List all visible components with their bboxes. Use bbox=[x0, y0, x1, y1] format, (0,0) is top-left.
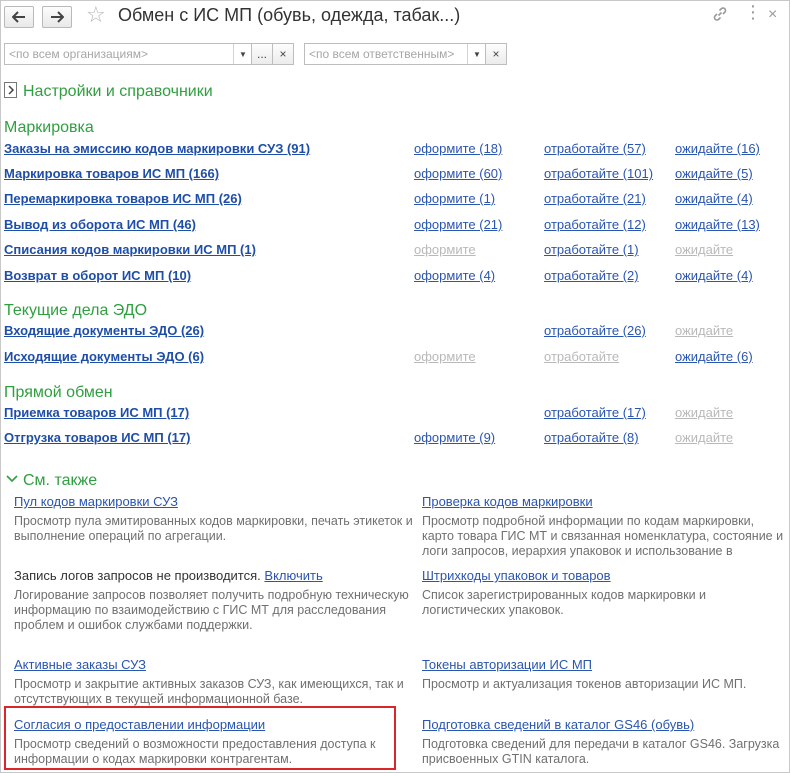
action-wait: ожидайте bbox=[675, 242, 734, 257]
action-process[interactable]: отработайте (101) bbox=[544, 166, 653, 181]
action-wait[interactable]: ожидайте (4) bbox=[675, 191, 753, 206]
desc-auth-tokens: Просмотр и актуализация токенов авториза… bbox=[422, 677, 747, 691]
task-link-writeoff[interactable]: Списания кодов маркировки ИС МП (1) bbox=[4, 242, 256, 257]
link-barcodes[interactable]: Штрихкоды упаковок и товаров bbox=[422, 568, 611, 583]
action-wait: ожидайте bbox=[675, 430, 734, 445]
link-suz-code-pool[interactable]: Пул кодов маркировки СУЗ bbox=[14, 494, 178, 509]
desc-suz-code-pool: Просмотр пула эмитированных кодов маркир… bbox=[14, 514, 413, 543]
desc-gs46-catalog: Подготовка сведений для передачи в катал… bbox=[422, 737, 780, 766]
action-wait[interactable]: ожидайте (6) bbox=[675, 349, 753, 364]
marking-heading: Маркировка bbox=[4, 119, 94, 136]
action-issue[interactable]: оформите (9) bbox=[414, 430, 495, 445]
chevron-down-icon[interactable]: ▼ bbox=[467, 44, 486, 64]
action-process: отработайте bbox=[544, 349, 620, 364]
select-organization-button[interactable]: ... bbox=[251, 43, 273, 65]
action-process[interactable]: отработайте (26) bbox=[544, 323, 646, 338]
chevron-down-icon[interactable]: ▼ bbox=[233, 44, 252, 64]
action-wait: ожидайте bbox=[675, 323, 734, 338]
task-link-suz-orders[interactable]: Заказы на эмиссию кодов маркировки СУЗ (… bbox=[4, 141, 310, 156]
more-icon[interactable]: ⋮ bbox=[744, 3, 762, 21]
action-issue[interactable]: оформите (18) bbox=[414, 141, 502, 156]
chevron-right-icon bbox=[7, 85, 14, 95]
action-process[interactable]: отработайте (57) bbox=[544, 141, 646, 156]
action-wait[interactable]: ожидайте (5) bbox=[675, 166, 753, 181]
action-process[interactable]: отработайте (12) bbox=[544, 217, 646, 232]
clear-responsible-button[interactable]: × bbox=[485, 43, 507, 65]
action-issue: оформите bbox=[414, 242, 476, 257]
organization-filter[interactable]: <по всем организациям> ▼ bbox=[4, 43, 252, 65]
forward-arrow-icon bbox=[51, 11, 64, 23]
collapse-see-also-toggle[interactable] bbox=[6, 472, 18, 487]
expand-settings-toggle[interactable] bbox=[4, 82, 17, 98]
logging-status-text: Запись логов запросов не производится. В… bbox=[14, 568, 323, 583]
chevron-down-icon bbox=[6, 475, 18, 483]
task-link-shipment[interactable]: Отгрузка товаров ИС МП (17) bbox=[4, 430, 190, 445]
task-link-edo-incoming[interactable]: Входящие документы ЭДО (26) bbox=[4, 323, 204, 338]
highlight-frame bbox=[4, 706, 396, 770]
link-icon[interactable] bbox=[712, 6, 728, 27]
settings-group-header[interactable]: Настройки и справочники bbox=[23, 83, 213, 101]
task-link-marking[interactable]: Маркировка товаров ИС МП (166) bbox=[4, 166, 219, 181]
direct-heading: Прямой обмен bbox=[4, 384, 113, 401]
back-arrow-icon bbox=[12, 11, 25, 23]
desc-barcodes: Список зарегистрированных кодов маркиров… bbox=[422, 588, 707, 617]
action-process[interactable]: отработайте (2) bbox=[544, 268, 639, 283]
action-wait[interactable]: ожидайте (16) bbox=[675, 141, 760, 156]
organization-filter-placeholder: <по всем организациям> bbox=[9, 47, 148, 61]
link-active-suz-orders[interactable]: Активные заказы СУЗ bbox=[14, 657, 146, 672]
responsible-filter-placeholder: <по всем ответственным> bbox=[309, 47, 455, 61]
see-also-heading[interactable]: См. также bbox=[23, 472, 97, 490]
link-gs46-catalog[interactable]: Подготовка сведений в каталог GS46 (обув… bbox=[422, 717, 694, 732]
enable-logging-link[interactable]: Включить bbox=[264, 568, 322, 583]
window-title: Обмен с ИС МП (обувь, одежда, табак...) bbox=[118, 5, 461, 25]
action-wait[interactable]: ожидайте (4) bbox=[675, 268, 753, 283]
link-code-check[interactable]: Проверка кодов маркировки bbox=[422, 494, 593, 509]
task-link-acceptance[interactable]: Приемка товаров ИС МП (17) bbox=[4, 405, 189, 420]
action-issue[interactable]: оформите (4) bbox=[414, 268, 495, 283]
action-process[interactable]: отработайте (8) bbox=[544, 430, 639, 445]
task-link-edo-outgoing[interactable]: Исходящие документы ЭДО (6) bbox=[4, 349, 204, 364]
task-link-withdrawal[interactable]: Вывод из оборота ИС МП (46) bbox=[4, 217, 196, 232]
action-wait: ожидайте bbox=[675, 405, 734, 420]
forward-button[interactable] bbox=[42, 6, 72, 28]
responsible-filter[interactable]: <по всем ответственным> ▼ bbox=[304, 43, 486, 65]
action-process[interactable]: отработайте (21) bbox=[544, 191, 646, 206]
action-process[interactable]: отработайте (1) bbox=[544, 242, 639, 257]
close-icon[interactable]: × bbox=[768, 6, 777, 24]
action-issue[interactable]: оформите (21) bbox=[414, 217, 502, 232]
desc-active-suz-orders: Просмотр и закрытие активных заказов СУЗ… bbox=[14, 677, 404, 706]
action-wait[interactable]: ожидайте (13) bbox=[675, 217, 760, 232]
desc-code-check: Просмотр подробной информации по кодам м… bbox=[422, 514, 784, 558]
edo-heading: Текущие дела ЭДО bbox=[4, 302, 148, 319]
star-icon[interactable]: ☆ bbox=[86, 3, 106, 27]
task-link-return[interactable]: Возврат в оборот ИС МП (10) bbox=[4, 268, 191, 283]
clear-organization-button[interactable]: × bbox=[272, 43, 294, 65]
back-button[interactable] bbox=[4, 6, 34, 28]
task-link-remarking[interactable]: Перемаркировка товаров ИС МП (26) bbox=[4, 191, 242, 206]
action-issue[interactable]: оформите (60) bbox=[414, 166, 502, 181]
action-issue: оформите bbox=[414, 349, 476, 364]
logging-status-label: Запись логов запросов не производится. bbox=[14, 568, 261, 583]
link-auth-tokens[interactable]: Токены авторизации ИС МП bbox=[422, 657, 592, 672]
desc-logging: Логирование запросов позволяет получить … bbox=[14, 588, 409, 632]
action-process[interactable]: отработайте (17) bbox=[544, 405, 646, 420]
action-issue[interactable]: оформите (1) bbox=[414, 191, 495, 206]
